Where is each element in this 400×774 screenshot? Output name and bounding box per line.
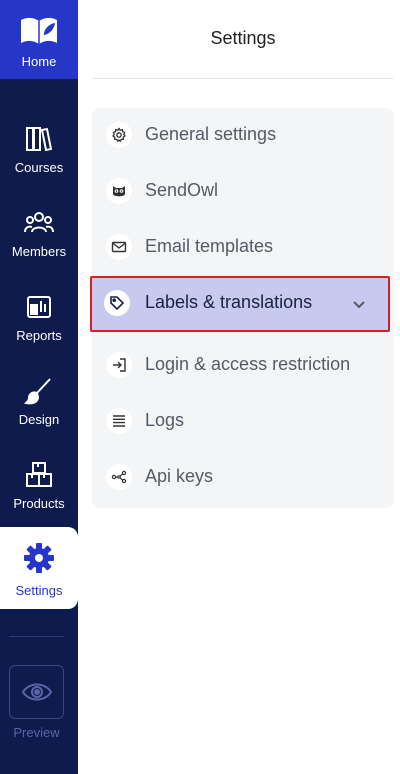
sidebar-item-label: Products xyxy=(13,496,65,511)
preview-label: Preview xyxy=(13,725,60,740)
menu-item-label: Labels & translations xyxy=(145,292,313,312)
menu-icon-circle xyxy=(106,234,132,260)
sidebar-item-products[interactable]: Products xyxy=(0,456,78,532)
sidebar: Home Courses Members Reports Design Prod… xyxy=(0,0,78,774)
menu-item-label: Api keys xyxy=(145,466,214,486)
sidebar-item-label: Members xyxy=(11,244,67,259)
sidebar-item-label: Courses xyxy=(14,160,64,175)
home-label: Home xyxy=(21,54,57,69)
menu-icon-circle xyxy=(106,408,132,434)
menu-icon-circle xyxy=(106,122,132,148)
owl-icon xyxy=(113,186,125,197)
menu-item-login-access[interactable]: Login & access restriction xyxy=(92,338,394,394)
menu-icon-circle xyxy=(106,178,132,204)
sidebar-item-members[interactable]: Members xyxy=(0,204,78,280)
sidebar-divider xyxy=(9,636,64,637)
login-icon xyxy=(113,358,126,372)
menu-item-labels-translations[interactable]: Labels & translations xyxy=(90,276,390,332)
tag-icon xyxy=(110,296,125,311)
sidebar-item-design[interactable]: Design xyxy=(0,372,78,448)
reports-icon xyxy=(27,296,51,318)
preview-button[interactable] xyxy=(9,665,64,719)
envelope-icon xyxy=(111,241,127,253)
sidebar-item-settings[interactable]: Settings xyxy=(0,527,78,609)
sidebar-item-label: Design xyxy=(18,412,60,427)
settings-menu: General settings SendOwl Email templates xyxy=(90,108,394,508)
share-nodes-icon xyxy=(111,470,127,484)
menu-icon-circle xyxy=(106,352,132,378)
members-icon xyxy=(24,212,54,233)
menu-item-logs[interactable]: Logs xyxy=(92,394,394,450)
book-leaf-icon xyxy=(21,17,57,44)
eye-icon xyxy=(21,683,53,701)
sidebar-item-label: Settings xyxy=(15,583,63,598)
menu-item-email-templates[interactable]: Email templates xyxy=(92,220,394,276)
menu-item-label: Email templates xyxy=(145,236,274,256)
menu-item-api-keys[interactable]: Api keys xyxy=(92,450,394,506)
chevron-down-icon[interactable] xyxy=(350,296,368,314)
sidebar-item-courses[interactable]: Courses xyxy=(0,120,78,196)
boxes-icon xyxy=(26,462,52,487)
menu-item-label: Login & access restriction xyxy=(145,354,351,374)
gear-small-icon xyxy=(112,127,126,143)
brush-icon xyxy=(24,378,51,405)
page-title: Settings xyxy=(210,28,276,48)
home-button[interactable]: Home xyxy=(0,0,78,79)
sidebar-item-reports[interactable]: Reports xyxy=(0,288,78,364)
menu-icon-circle xyxy=(104,290,130,316)
title-divider xyxy=(92,78,394,79)
menu-item-label: General settings xyxy=(145,124,277,144)
menu-item-label: Logs xyxy=(145,410,185,430)
menu-item-general-settings[interactable]: General settings xyxy=(92,108,394,164)
menu-item-label: SendOwl xyxy=(145,180,219,200)
menu-item-sendowl[interactable]: SendOwl xyxy=(92,164,394,220)
sidebar-item-label: Reports xyxy=(16,328,62,343)
gear-icon xyxy=(24,543,54,573)
menu-icon-circle xyxy=(106,464,132,490)
books-icon xyxy=(26,127,53,152)
list-icon xyxy=(113,415,125,427)
